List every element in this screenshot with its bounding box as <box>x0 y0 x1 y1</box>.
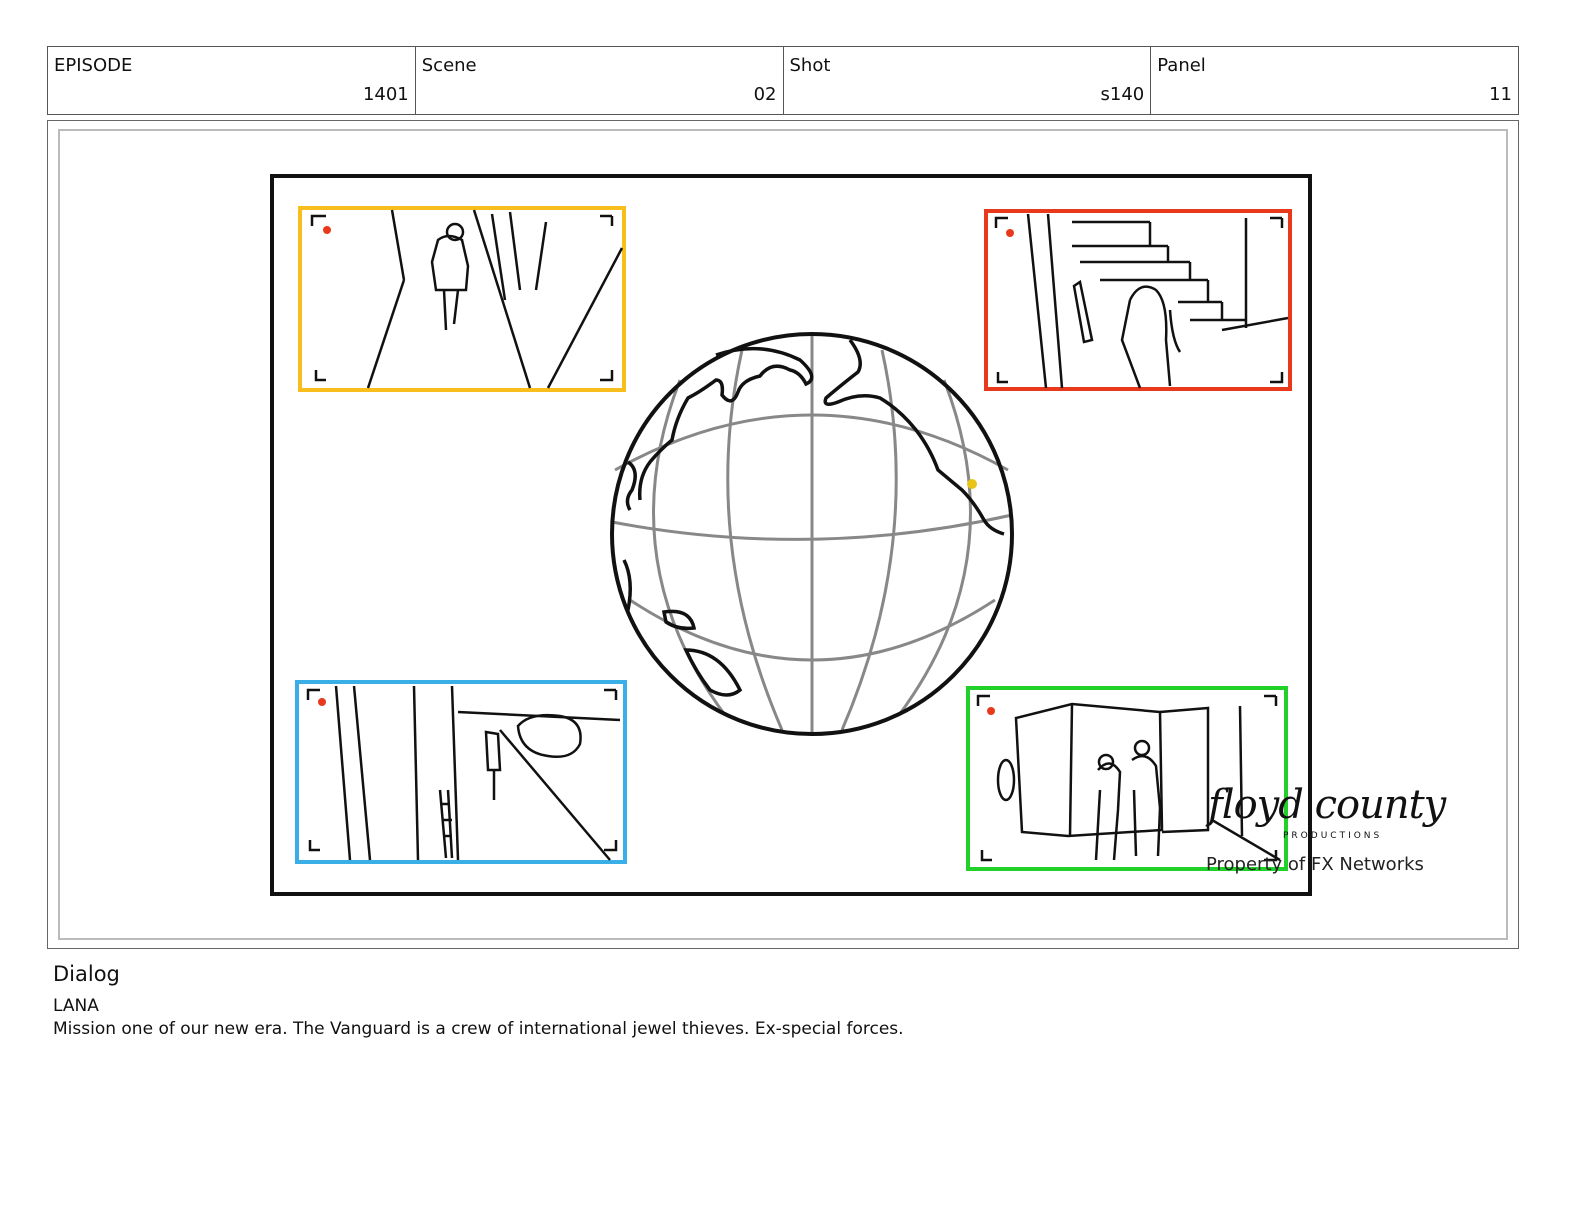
episode-cell: EPISODE 1401 <box>48 47 416 114</box>
shot-info-header: EPISODE 1401 Scene 02 Shot s140 Panel 11 <box>47 46 1519 115</box>
panel-cell: Panel 11 <box>1151 47 1518 114</box>
shot-label: Shot <box>789 55 831 76</box>
dialog-line: Mission one of our new era. The Vanguard… <box>53 1019 904 1039</box>
panel-value: 11 <box>1489 84 1512 105</box>
episode-label: EPISODE <box>54 55 133 76</box>
shot-value: s140 <box>1100 84 1145 105</box>
dialog-speaker: LANA <box>53 996 99 1016</box>
dialog-heading: Dialog <box>53 962 120 986</box>
panel-label: Panel <box>1157 55 1206 76</box>
property-notice: Property of FX Networks <box>1206 854 1424 875</box>
floyd-county-logo: floyd county <box>1208 782 1446 828</box>
shot-cell: Shot s140 <box>784 47 1152 114</box>
logo-subtitle: PRODUCTIONS <box>1283 831 1383 841</box>
scene-value: 02 <box>753 84 777 105</box>
scene-label: Scene <box>421 55 477 76</box>
scene-cell: Scene 02 <box>416 47 784 114</box>
episode-value: 1401 <box>362 84 409 105</box>
